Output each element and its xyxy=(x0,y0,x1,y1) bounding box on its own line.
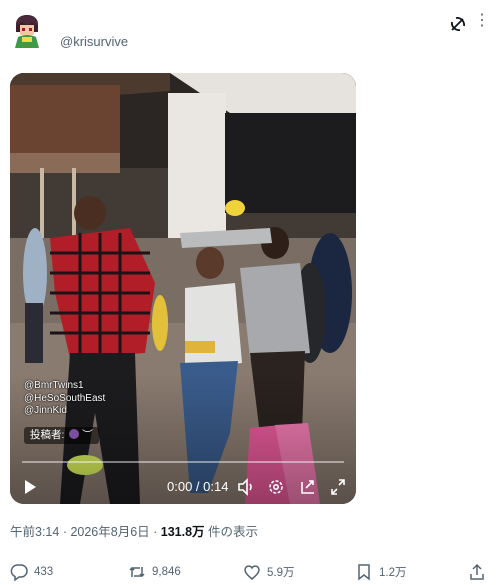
post-date[interactable]: 2026年8月6日 xyxy=(70,525,149,539)
share-icon xyxy=(470,563,484,580)
repost-icon xyxy=(129,566,145,578)
video-watermark: @BmrTwins1 @HeSoSouthEast @JinnKid xyxy=(24,380,105,418)
reply-icon xyxy=(10,564,28,581)
action-bar: 433 9,846 5.9万 1.2万 xyxy=(10,562,490,582)
post-time[interactable]: 午前3:14 xyxy=(10,525,59,539)
watermark-line: @BmrTwins1 xyxy=(24,380,84,391)
volume-icon[interactable] xyxy=(237,477,255,497)
bookmark-button[interactable]: 1.2万 xyxy=(355,562,407,582)
reply-button[interactable]: 433 xyxy=(10,562,53,582)
avatar[interactable] xyxy=(10,12,44,48)
fullscreen-icon[interactable] xyxy=(330,477,346,497)
reply-count: 433 xyxy=(34,566,54,578)
post-header: @krisurvive ⋮ xyxy=(10,12,490,52)
play-icon[interactable] xyxy=(22,477,38,497)
bookmark-count: 1.2万 xyxy=(379,567,407,579)
bookmark-icon xyxy=(358,564,370,581)
video-time: 0:00 / 0:14 xyxy=(167,479,229,494)
like-icon xyxy=(244,565,260,580)
post-meta: 午前3:14 · 2026年8月6日 · 131.8万 件の表示 xyxy=(10,521,258,540)
video-player[interactable]: @BmrTwins1 @HeSoSouthEast @JinnKid 投稿者: … xyxy=(10,73,356,504)
repost-count: 9,846 xyxy=(152,566,181,578)
meta-separator: · xyxy=(149,525,161,539)
settings-icon[interactable] xyxy=(267,477,285,497)
grok-icon[interactable] xyxy=(448,14,468,34)
repost-button[interactable]: 9,846 xyxy=(128,562,181,582)
view-label: 件の表示 xyxy=(204,525,259,539)
watermark-line: @HeSoSouthEast xyxy=(24,392,106,404)
poster-suffix: ︶ xyxy=(82,429,93,441)
share-button[interactable] xyxy=(468,562,492,582)
view-count: 131.8万 xyxy=(160,525,205,539)
author-handle[interactable]: @krisurvive xyxy=(60,34,128,49)
like-button[interactable]: 5.9万 xyxy=(243,562,295,582)
meta-separator: · xyxy=(59,525,71,539)
watermark-line: @JinnKid xyxy=(24,405,67,416)
pip-icon[interactable] xyxy=(299,477,317,497)
poster-avatar-icon xyxy=(69,429,80,439)
video-progress-bar[interactable] xyxy=(22,461,344,463)
poster-badge: 投稿者: ︶ xyxy=(24,427,99,444)
poster-label: 投稿者: xyxy=(30,429,65,441)
more-icon[interactable]: ⋮ xyxy=(474,13,490,34)
like-count: 5.9万 xyxy=(267,567,295,579)
